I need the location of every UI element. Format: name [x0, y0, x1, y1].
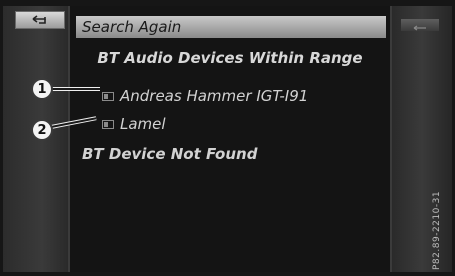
device-item-2[interactable]: Lamel — [102, 112, 390, 136]
device-name: Andreas Hammer IGT-I91 — [120, 87, 309, 105]
search-again-label: Search Again — [82, 18, 182, 36]
callout-2: 2 — [31, 119, 53, 141]
device-name: Lamel — [120, 115, 166, 133]
list-header: BT Audio Devices Within Range — [70, 46, 390, 70]
return-arrow-icon — [31, 15, 49, 25]
callout-leader-1 — [52, 88, 100, 90]
head-unit-screen: Search Again BT Audio Devices Within Ran… — [0, 0, 455, 276]
list-header-label: BT Audio Devices Within Range — [97, 49, 363, 67]
device-list-panel: Search Again BT Audio Devices Within Ran… — [68, 6, 392, 272]
phone-icon — [102, 119, 114, 129]
device-item-1[interactable]: Andreas Hammer IGT-I91 — [102, 84, 390, 108]
not-found-label: BT Device Not Found — [82, 145, 258, 163]
arrow-left-icon — [413, 16, 427, 35]
device-not-found-item[interactable]: BT Device Not Found — [82, 142, 390, 166]
right-button[interactable] — [401, 19, 439, 31]
phone-icon — [102, 91, 114, 101]
back-button[interactable] — [15, 11, 65, 29]
search-again-item[interactable]: Search Again — [76, 16, 386, 38]
figure-code: P82.89-2210-31 — [432, 190, 442, 270]
callout-1: 1 — [31, 78, 53, 100]
